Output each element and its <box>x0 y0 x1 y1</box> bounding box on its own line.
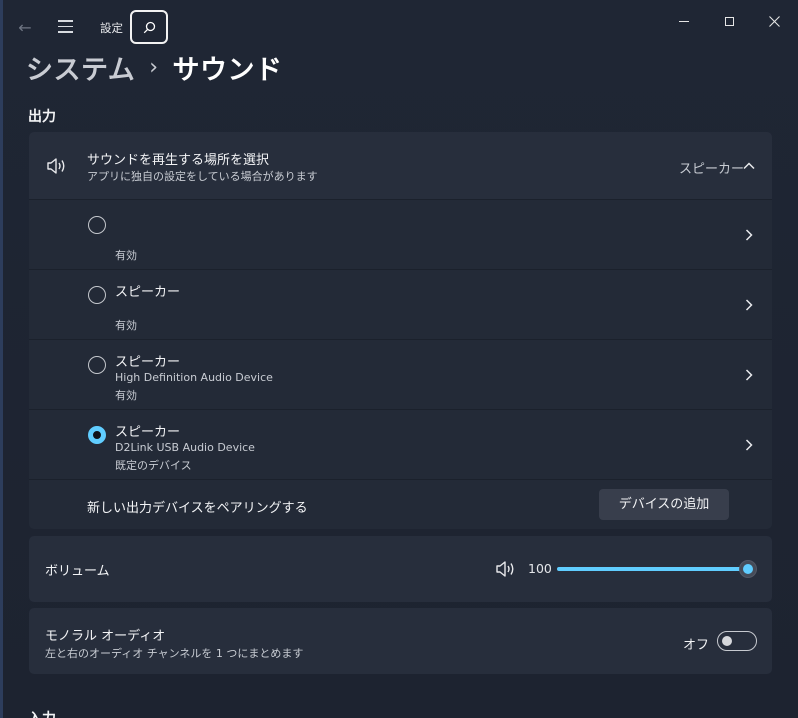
add-device-button[interactable]: デバイスの追加 <box>599 489 729 520</box>
chevron-right-icon <box>745 439 753 451</box>
select-location-subtitle: アプリに独自の設定をしている場合があります <box>87 170 318 183</box>
device-radio[interactable] <box>88 286 106 304</box>
app-title: 設定 <box>100 21 123 35</box>
speaker-icon <box>47 158 65 174</box>
chevron-right-icon <box>745 229 753 241</box>
pair-device-label: 新しい出力デバイスをペアリングする <box>87 501 308 516</box>
minimize-icon <box>679 20 689 22</box>
breadcrumb-system[interactable]: システム <box>26 48 135 87</box>
device-radio[interactable] <box>88 216 106 234</box>
settings-window: ← 設定 システム › サウンド 出力 サウンドを再生する場所を選択 アプリに独… <box>0 0 798 718</box>
device-name: スピーカー <box>115 285 181 300</box>
device-description: High Definition Audio Device <box>115 371 273 384</box>
device-status: 有効 <box>115 389 137 402</box>
breadcrumb: システム › サウンド <box>26 48 283 87</box>
selected-output-value: スピーカー <box>679 162 745 177</box>
search-button[interactable] <box>130 10 168 44</box>
volume-speaker-icon[interactable] <box>495 560 517 578</box>
chevron-right-icon <box>745 369 753 381</box>
mono-audio-state-label: オフ <box>683 638 710 653</box>
device-status: 有効 <box>115 319 137 332</box>
output-device-row[interactable]: 有効 <box>29 200 772 269</box>
device-name: スピーカー <box>115 425 181 440</box>
hamburger-menu-icon[interactable] <box>55 16 77 38</box>
device-name: スピーカー <box>115 355 181 370</box>
output-device-row-selected[interactable]: スピーカー D2Link USB Audio Device 既定のデバイス <box>29 410 772 479</box>
device-status: 有効 <box>115 249 137 262</box>
select-output-location[interactable]: サウンドを再生する場所を選択 アプリに独自の設定をしている場合があります スピー… <box>29 132 772 199</box>
select-location-title: サウンドを再生する場所を選択 <box>87 153 270 168</box>
minimize-button[interactable] <box>664 10 704 32</box>
maximize-icon <box>724 16 734 26</box>
output-device-row[interactable]: スピーカー High Definition Audio Device 有効 <box>29 340 772 409</box>
device-radio[interactable] <box>88 356 106 374</box>
device-status: 既定のデバイス <box>115 459 192 472</box>
close-icon <box>768 15 780 27</box>
volume-label: ボリューム <box>45 564 110 579</box>
breadcrumb-separator: › <box>149 55 159 80</box>
mono-audio-title: モノラル オーディオ <box>45 629 166 644</box>
volume-slider-track[interactable] <box>557 567 747 571</box>
device-description: D2Link USB Audio Device <box>115 441 255 454</box>
page-title: サウンド <box>172 55 283 86</box>
maximize-button[interactable] <box>709 10 749 32</box>
output-section-label: 出力 <box>28 109 56 125</box>
mono-audio-card: モノラル オーディオ 左と右のオーディオ チャンネルを 1 つにまとめます オフ <box>29 608 772 674</box>
output-device-row[interactable]: スピーカー 有効 <box>29 270 772 339</box>
chevron-up-icon <box>743 162 755 170</box>
input-section-label: 入力 <box>28 708 56 718</box>
mono-audio-subtitle: 左と右のオーディオ チャンネルを 1 つにまとめます <box>45 647 304 660</box>
volume-value: 100 <box>528 561 552 576</box>
volume-slider-thumb[interactable] <box>739 560 757 578</box>
chevron-right-icon <box>745 299 753 311</box>
mono-audio-toggle[interactable] <box>717 631 757 651</box>
back-arrow-icon[interactable]: ← <box>14 17 36 39</box>
search-icon <box>143 21 155 33</box>
close-button[interactable] <box>754 10 794 32</box>
device-radio-selected[interactable] <box>88 426 106 444</box>
